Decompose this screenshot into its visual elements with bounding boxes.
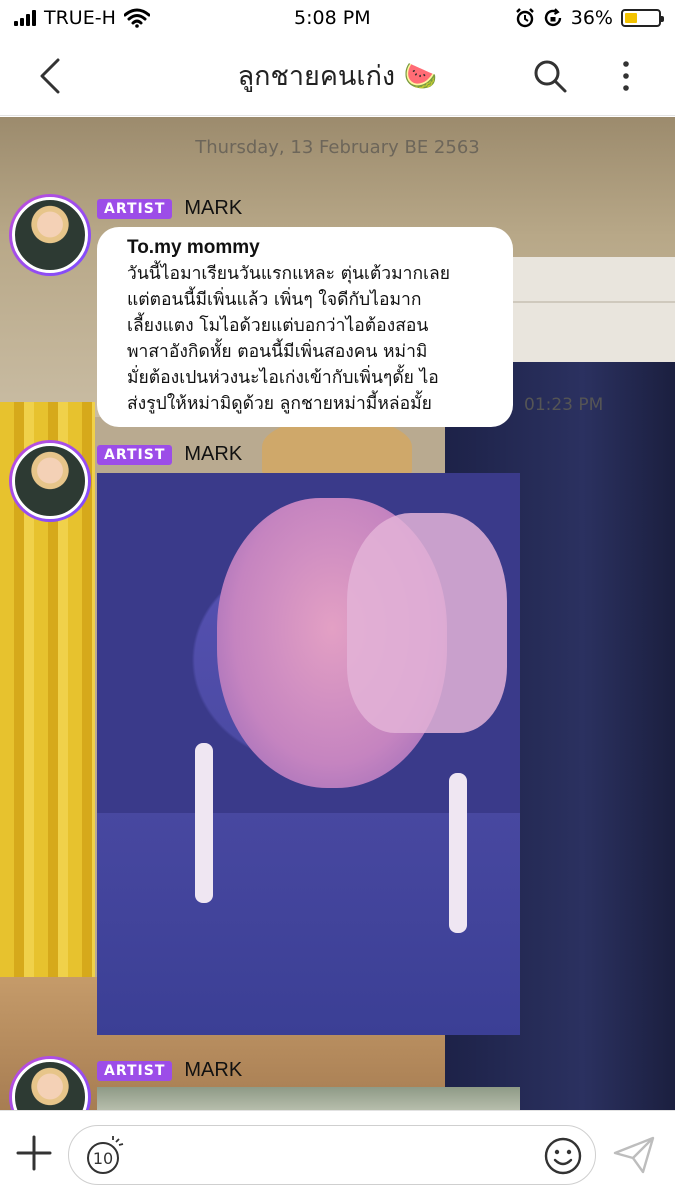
more-options-button[interactable] (606, 54, 646, 98)
timer-icon: 10 (87, 1136, 124, 1174)
sender-row: ARTIST MARK (97, 1059, 242, 1082)
sender-name[interactable]: MARK (184, 1059, 242, 1082)
status-left: TRUE-H (14, 7, 150, 29)
chat-title: ลูกชายคนเก่ง 🍉 (238, 54, 438, 97)
status-time: 5:08 PM (294, 7, 371, 29)
message-bubble[interactable]: To.my mommy วันนี้ไอมาเรียนวันแรกแหละ ตุ… (97, 227, 513, 427)
chat-title-text: ลูกชายคนเก่ง (237, 61, 396, 92)
photo-message[interactable] (97, 473, 520, 1035)
date-separator: Thursday, 13 February BE 2563 (195, 137, 480, 158)
message-time: 01:23 PM (524, 395, 604, 415)
search-icon (534, 60, 567, 93)
message-title: To.my mommy (127, 237, 260, 258)
avatar-image (12, 443, 88, 519)
timer-button[interactable]: 10 (85, 1136, 125, 1176)
send-button[interactable] (612, 1135, 656, 1175)
photo-hoodie-cord (449, 773, 467, 933)
sender-row: ARTIST MARK (97, 197, 242, 220)
rotation-lock-icon (544, 8, 561, 27)
smiley-icon (544, 1137, 582, 1175)
artist-badge: ARTIST (97, 198, 173, 219)
plus-icon (16, 1135, 52, 1171)
carrier-label: TRUE-H (44, 7, 116, 29)
chat-header: ลูกชายคนเก่ง 🍉 (0, 36, 675, 116)
battery-icon (620, 9, 664, 27)
message-text: วันนี้ไอมาเรียนวันแรกแหละ ตุ่นเต้วมากเลย… (127, 264, 451, 414)
message-composer: 10 (0, 1110, 675, 1200)
emoji-button[interactable] (543, 1136, 583, 1176)
sender-name[interactable]: MARK (184, 197, 242, 220)
watermelon-emoji: 🍉 (403, 61, 438, 92)
send-icon (613, 1136, 655, 1174)
more-vertical-icon (623, 61, 629, 91)
message-input-box[interactable]: 10 (68, 1125, 596, 1185)
avatar[interactable] (9, 194, 91, 276)
add-attachment-button[interactable] (14, 1133, 54, 1173)
status-right: 36% (515, 7, 664, 29)
photo-message[interactable] (97, 1087, 520, 1110)
search-button[interactable] (528, 54, 572, 98)
artist-badge: ARTIST (97, 444, 173, 465)
avatar-image (12, 197, 88, 273)
sender-name[interactable]: MARK (184, 443, 242, 466)
chevron-left-icon (40, 58, 60, 94)
back-button[interactable] (30, 54, 70, 98)
photo-hand (347, 513, 507, 733)
battery-percent: 36% (570, 7, 613, 29)
avatar[interactable] (9, 440, 91, 522)
alarm-icon (515, 8, 534, 28)
status-bar: TRUE-H 5:08 PM 36% (0, 0, 675, 36)
artist-badge: ARTIST (97, 1060, 173, 1081)
wifi-icon (123, 8, 150, 28)
timer-label: 10 (93, 1149, 113, 1168)
avatar-image (12, 1059, 88, 1110)
chat-area[interactable]: Thursday, 13 February BE 2563 ARTIST MAR… (0, 117, 675, 1110)
photo-hoodie-cord (195, 743, 213, 903)
signal-icon (14, 10, 36, 26)
battery-fill (624, 13, 637, 23)
sender-row: ARTIST MARK (97, 443, 242, 466)
message-input[interactable] (135, 1136, 525, 1176)
